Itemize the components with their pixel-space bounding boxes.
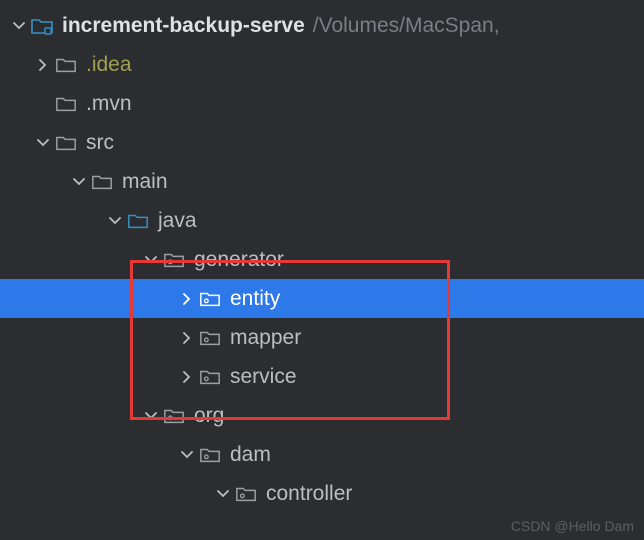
chevron-down-icon[interactable] (32, 132, 54, 154)
chevron-down-icon[interactable] (212, 483, 234, 505)
project-folder-icon (30, 14, 54, 38)
tree-item-main[interactable]: main (0, 162, 644, 201)
tree-item-label: main (122, 170, 168, 194)
folder-icon (54, 53, 78, 77)
chevron-down-icon[interactable] (68, 171, 90, 193)
chevron-right-icon[interactable] (176, 327, 198, 349)
tree-item-label: mapper (230, 326, 301, 350)
tree-item-label: controller (266, 482, 352, 506)
root-project-name: increment-backup-serve (62, 14, 305, 38)
tree-item-mapper[interactable]: mapper (0, 318, 644, 357)
package-icon (198, 365, 222, 389)
tree-item-.mvn[interactable]: .mvn (0, 84, 644, 123)
chevron-right-icon[interactable] (176, 288, 198, 310)
tree-item-label: service (230, 365, 297, 389)
root-project-path: /Volumes/MacSpan, (313, 14, 500, 38)
chevron-down-icon[interactable] (104, 210, 126, 232)
tree-item-org[interactable]: org (0, 396, 644, 435)
chevron-down-icon[interactable] (176, 444, 198, 466)
chevron-right-icon[interactable] (32, 54, 54, 76)
tree-item-label: src (86, 131, 114, 155)
tree-item-label: generator (194, 248, 284, 272)
package-icon (162, 404, 186, 428)
chevron-down-icon[interactable] (140, 405, 162, 427)
tree-item-generator[interactable]: generator (0, 240, 644, 279)
chevron-none (32, 93, 54, 115)
package-icon (198, 326, 222, 350)
package-icon (198, 443, 222, 467)
tree-item-src[interactable]: src (0, 123, 644, 162)
tree-item-label: .mvn (86, 92, 132, 116)
tree-item-controller[interactable]: controller (0, 474, 644, 513)
tree-item-label: org (194, 404, 224, 428)
folder-source-icon (126, 209, 150, 233)
folder-icon (90, 170, 114, 194)
package-icon (198, 287, 222, 311)
tree-item-service[interactable]: service (0, 357, 644, 396)
tree-root-item[interactable]: increment-backup-serve /Volumes/MacSpan, (0, 6, 644, 45)
chevron-right-icon[interactable] (176, 366, 198, 388)
project-tree: increment-backup-serve /Volumes/MacSpan,… (0, 0, 644, 513)
folder-icon (54, 92, 78, 116)
tree-item-label: dam (230, 443, 271, 467)
package-icon (162, 248, 186, 272)
chevron-down-icon[interactable] (8, 15, 30, 37)
tree-item-label: entity (230, 287, 280, 311)
tree-item-entity[interactable]: entity (0, 279, 644, 318)
chevron-down-icon[interactable] (140, 249, 162, 271)
watermark-text: CSDN @Hello Dam (511, 518, 634, 534)
package-icon (234, 482, 258, 506)
tree-item-java[interactable]: java (0, 201, 644, 240)
folder-icon (54, 131, 78, 155)
tree-item-dam[interactable]: dam (0, 435, 644, 474)
tree-item-.idea[interactable]: .idea (0, 45, 644, 84)
tree-item-label: java (158, 209, 197, 233)
tree-item-label: .idea (86, 53, 132, 77)
